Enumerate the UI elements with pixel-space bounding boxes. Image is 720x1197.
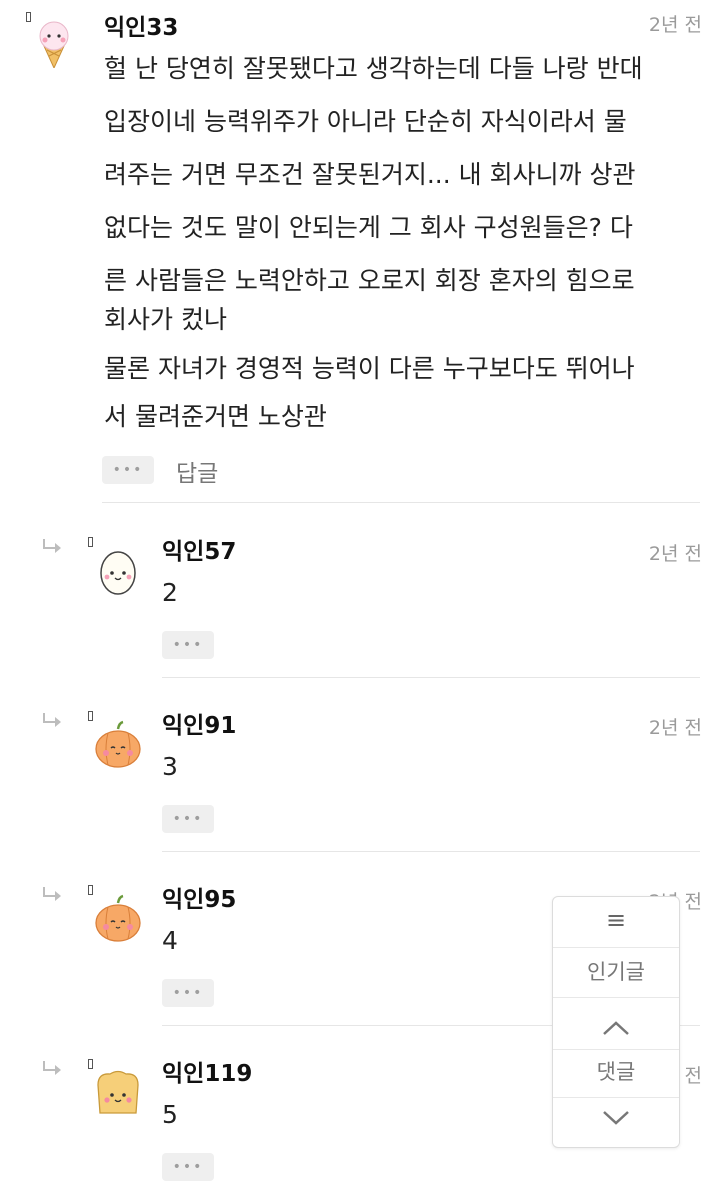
main-comment: 익인33 2년 전 헐 난 당연히 잘못됐다고 생각하는데 다들 나랑 반대 입… (0, 0, 720, 505)
more-options-button[interactable]: ••• (102, 456, 154, 484)
divider (162, 677, 700, 678)
comment-time: 2년 전 (648, 717, 702, 739)
comment-author[interactable]: 익인57 (162, 532, 236, 566)
more-options-button[interactable]: ••• (162, 1153, 214, 1181)
divider (162, 851, 700, 852)
reply-arrow-icon (43, 539, 61, 553)
popular-posts-button[interactable]: 인기글 (553, 957, 679, 987)
reply-comment: 익인91 2년 전 3 ••• (0, 679, 720, 851)
chevron-down-icon[interactable] (601, 1109, 631, 1127)
menu-icon[interactable]: ≡ (553, 905, 679, 935)
reply-button[interactable]: 답글 (176, 454, 218, 488)
divider (553, 1049, 679, 1050)
comment-body: 5 (162, 1100, 178, 1129)
comment-author[interactable]: 익인95 (162, 880, 236, 914)
ice-cream-avatar (39, 21, 69, 68)
comment-body: 2 (162, 578, 178, 607)
comment-author[interactable]: 익인119 (162, 1054, 252, 1088)
reply-arrow-icon (43, 1061, 61, 1075)
reply-comment: 익인57 2년 전 2 ••• (0, 505, 720, 677)
chevron-up-icon[interactable] (601, 1019, 631, 1037)
more-options-button[interactable]: ••• (162, 631, 214, 659)
reply-arrow-icon (43, 713, 61, 727)
comment-line: 입장이네 능력위주가 아니라 단순히 자식이라서 물 (104, 107, 627, 136)
comments-button[interactable]: 댓글 (553, 1057, 679, 1087)
divider (102, 502, 700, 503)
comment-time: 2년 전 (648, 14, 702, 36)
comment-author[interactable]: 익인33 (104, 8, 178, 42)
comment-body: 3 (162, 752, 178, 781)
divider (553, 947, 679, 948)
egg-avatar (100, 551, 136, 595)
divider (553, 997, 679, 998)
pumpkin-avatar (95, 720, 141, 768)
comment-line: 헐 난 당연히 잘못됐다고 생각하는데 다들 나랑 반대 (104, 54, 643, 83)
comment-author[interactable]: 익인91 (162, 706, 236, 740)
reply-arrow-icon (43, 887, 61, 901)
comment-time: 2년 전 (648, 543, 702, 565)
comment-line: 회사가 컸나 (104, 305, 227, 334)
comment-line: 없다는 것도 말이 안되는게 그 회사 구성원들은? 다 (104, 213, 633, 242)
comment-line: 서 물려준거면 노상관 (104, 402, 327, 431)
comment-line: 물론 자녀가 경영적 능력이 다른 누구보다도 뛰어나 (104, 354, 635, 383)
more-options-button[interactable]: ••• (162, 979, 214, 1007)
divider (553, 1097, 679, 1098)
more-options-button[interactable]: ••• (162, 805, 214, 833)
toast-avatar (97, 1070, 139, 1114)
comment-line: 려주는 거면 무조건 잘못된거지... 내 회사니까 상관 (104, 160, 636, 189)
pumpkin-avatar (95, 894, 141, 942)
comment-body: 4 (162, 926, 178, 955)
floating-nav-panel: ≡ 인기글 댓글 (552, 896, 680, 1148)
